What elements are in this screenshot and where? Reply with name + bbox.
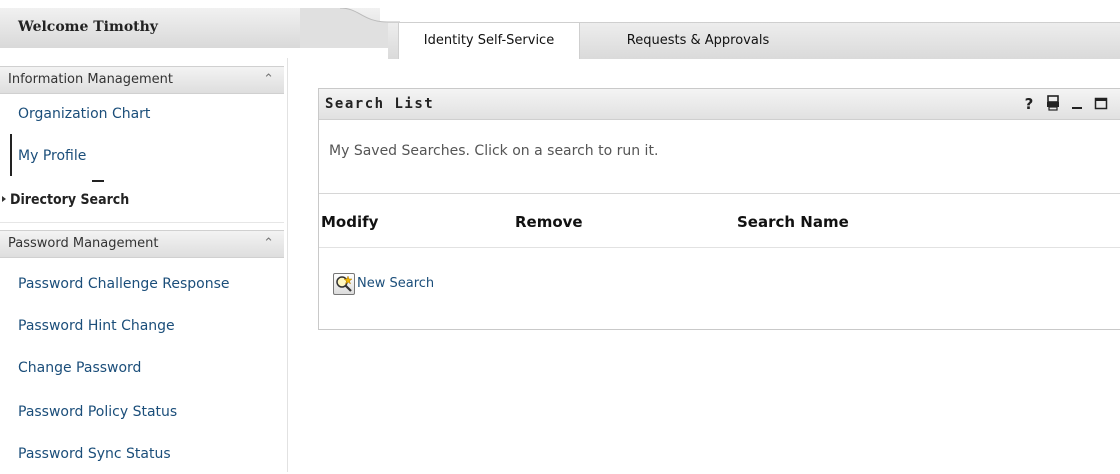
- column-header-modify: Modify: [321, 213, 379, 231]
- tab-bar: Identity Self-Service Requests & Approva…: [388, 22, 1120, 59]
- sidebar-item-directory-search[interactable]: Directory Search: [0, 180, 284, 220]
- section-title: Password Management: [8, 236, 159, 251]
- sidebar-item-password-challenge-response[interactable]: Password Challenge Response: [0, 264, 284, 304]
- sidebar-item-label: Password Policy Status: [18, 404, 178, 420]
- maximize-icon[interactable]: [1093, 95, 1109, 113]
- sidebar-item-label: Password Challenge Response: [18, 276, 230, 292]
- magnifier-star-glyph: [336, 275, 353, 292]
- minimize-icon[interactable]: [1069, 95, 1085, 113]
- panel-header: Search List ?: [319, 89, 1120, 120]
- sidebar-item-my-profile[interactable]: My Profile: [0, 136, 284, 176]
- sidebar-item-password-policy-status[interactable]: Password Policy Status: [0, 392, 284, 432]
- sidebar-item-label: My Profile: [18, 148, 87, 164]
- panel-tools: ?: [1015, 95, 1115, 113]
- tab-identity-self-service[interactable]: Identity Self-Service: [398, 23, 580, 59]
- minimize-glyph: [1072, 107, 1082, 109]
- maximize-glyph: [1094, 97, 1108, 110]
- sidebar-divider: [287, 58, 288, 472]
- sidebar-item-label: Directory Search: [10, 192, 130, 208]
- search-list-panel: Search List ? My Saved Searches. Click o…: [318, 88, 1120, 330]
- tab-label: Identity Self-Service: [423, 33, 555, 48]
- sidebar-item-label: Password Sync Status: [18, 446, 171, 462]
- sidebar: Information Management ⌃ Organization Ch…: [0, 58, 284, 472]
- top-header: Welcome Timothy Identity Self-Service Re…: [0, 0, 1120, 59]
- double-chevron-up-icon[interactable]: ⌃: [263, 67, 274, 93]
- selected-bullet-icon: [2, 196, 6, 202]
- sidebar-item-password-sync-status[interactable]: Password Sync Status: [0, 434, 284, 474]
- print-glyph: [1047, 95, 1059, 111]
- section-header-password-management[interactable]: Password Management ⌃: [0, 230, 284, 258]
- header-curve-decoration: [300, 8, 400, 58]
- panel-title: Search List: [325, 96, 435, 112]
- cursor-bar-mark: [10, 134, 12, 176]
- new-search-icon: [333, 273, 355, 295]
- help-icon[interactable]: ?: [1021, 95, 1037, 113]
- welcome-text: Welcome Timothy: [18, 19, 158, 35]
- column-header-remove: Remove: [515, 213, 583, 231]
- column-header-search-name: Search Name: [737, 213, 849, 231]
- new-search-label: New Search: [357, 276, 435, 291]
- section-title: Information Management: [8, 72, 174, 87]
- cursor-dash-mark: [92, 180, 104, 182]
- separator: [319, 193, 1120, 194]
- double-chevron-up-icon[interactable]: ⌃: [263, 231, 274, 257]
- sidebar-item-organization-chart[interactable]: Organization Chart: [0, 94, 284, 134]
- sidebar-item-password-hint-change[interactable]: Password Hint Change: [0, 306, 284, 346]
- tab-label: Requests & Approvals: [626, 33, 770, 48]
- separator: [319, 247, 1120, 248]
- section-divider: [0, 222, 284, 223]
- sidebar-item-label: Organization Chart: [18, 106, 151, 122]
- section-header-information-management[interactable]: Information Management ⌃: [0, 66, 284, 94]
- print-icon[interactable]: [1045, 95, 1061, 113]
- panel-subtitle: My Saved Searches. Click on a search to …: [329, 143, 659, 159]
- sidebar-item-change-password[interactable]: Change Password: [0, 348, 284, 388]
- sidebar-item-label: Change Password: [18, 360, 142, 376]
- sidebar-item-label: Password Hint Change: [18, 318, 175, 334]
- tab-requests-approvals[interactable]: Requests & Approvals: [598, 23, 798, 59]
